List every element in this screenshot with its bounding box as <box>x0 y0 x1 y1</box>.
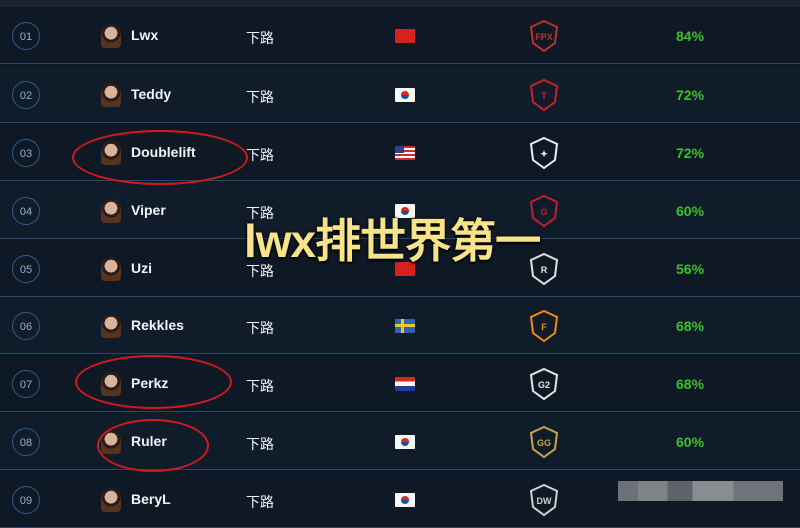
team-logo-icon: F <box>529 309 559 343</box>
svg-text:GG: GG <box>537 438 551 448</box>
country-flag-icon <box>395 493 415 507</box>
player-avatar <box>101 257 121 281</box>
rank-badge: 04 <box>12 197 40 225</box>
table-row[interactable]: 06 Rekkles 下路 F 68% <box>0 297 800 354</box>
table-top-bar <box>0 0 800 7</box>
team-logo-icon: FPX <box>529 19 559 53</box>
overlay-caption: lwx排世界第一 <box>244 215 541 267</box>
player-role: 下路 <box>246 89 274 105</box>
svg-text:G: G <box>540 207 547 217</box>
player-role: 下路 <box>246 494 274 510</box>
table-row[interactable]: 03 Doublelift 下路 ✦ 72% <box>0 124 800 181</box>
player-avatar <box>101 488 121 512</box>
player-avatar <box>101 372 121 396</box>
rank-badge: 06 <box>12 312 40 340</box>
win-rate: 60% <box>676 203 705 219</box>
svg-text:FPX: FPX <box>535 32 553 42</box>
blurred-watermark <box>618 481 783 501</box>
player-role: 下路 <box>246 378 274 394</box>
player-name[interactable]: Uzi <box>131 260 152 276</box>
win-rate: 84% <box>676 28 705 44</box>
team-logo-icon: DW <box>529 483 559 517</box>
win-rate: 60% <box>676 434 705 450</box>
rank-badge: 01 <box>12 22 40 50</box>
table-row[interactable]: 07 Perkz 下路 G2 68% <box>0 355 800 412</box>
rank-badge: 09 <box>12 486 40 514</box>
player-name[interactable]: Viper <box>131 202 166 218</box>
player-name[interactable]: Teddy <box>131 86 171 102</box>
win-rate: 68% <box>676 376 705 392</box>
table-row[interactable]: 02 Teddy 下路 T 72% <box>0 66 800 123</box>
country-flag-icon <box>395 377 415 391</box>
player-name[interactable]: Rekkles <box>131 317 184 333</box>
player-role: 下路 <box>246 147 274 163</box>
player-avatar <box>101 141 121 165</box>
rank-badge: 02 <box>12 81 40 109</box>
country-flag-icon <box>395 29 415 43</box>
player-name[interactable]: BeryL <box>131 491 171 507</box>
table-row[interactable]: 01 Lwx 下路 FPX 84% <box>0 7 800 64</box>
player-avatar <box>101 24 121 48</box>
player-role: 下路 <box>246 436 274 452</box>
country-flag-icon <box>395 146 415 160</box>
team-logo-icon: ✦ <box>529 136 559 170</box>
team-logo-icon: T <box>529 78 559 112</box>
win-rate: 72% <box>676 145 705 161</box>
table-row[interactable]: 08 Ruler 下路 GG 60% <box>0 413 800 470</box>
svg-text:R: R <box>541 265 548 275</box>
country-flag-icon <box>395 88 415 102</box>
rank-badge: 08 <box>12 428 40 456</box>
country-flag-icon <box>395 319 415 333</box>
team-logo-icon: GG <box>529 425 559 459</box>
player-avatar <box>101 314 121 338</box>
win-rate: 56% <box>676 261 705 277</box>
player-name[interactable]: Ruler <box>131 433 167 449</box>
svg-text:F: F <box>541 322 547 332</box>
country-flag-icon <box>395 435 415 449</box>
player-avatar <box>101 199 121 223</box>
win-rate: 68% <box>676 318 705 334</box>
svg-text:DW: DW <box>537 496 552 506</box>
player-name[interactable]: Lwx <box>131 27 158 43</box>
player-name[interactable]: Perkz <box>131 375 168 391</box>
team-logo-icon: G2 <box>529 367 559 401</box>
svg-text:G2: G2 <box>538 380 550 390</box>
svg-text:✦: ✦ <box>540 149 548 159</box>
player-name[interactable]: Doublelift <box>131 144 196 160</box>
svg-text:T: T <box>541 91 547 101</box>
rank-badge: 03 <box>12 139 40 167</box>
win-rate: 72% <box>676 87 705 103</box>
player-role: 下路 <box>246 30 274 46</box>
rank-badge: 05 <box>12 255 40 283</box>
rank-badge: 07 <box>12 370 40 398</box>
player-avatar <box>101 430 121 454</box>
player-avatar <box>101 83 121 107</box>
player-role: 下路 <box>246 320 274 336</box>
